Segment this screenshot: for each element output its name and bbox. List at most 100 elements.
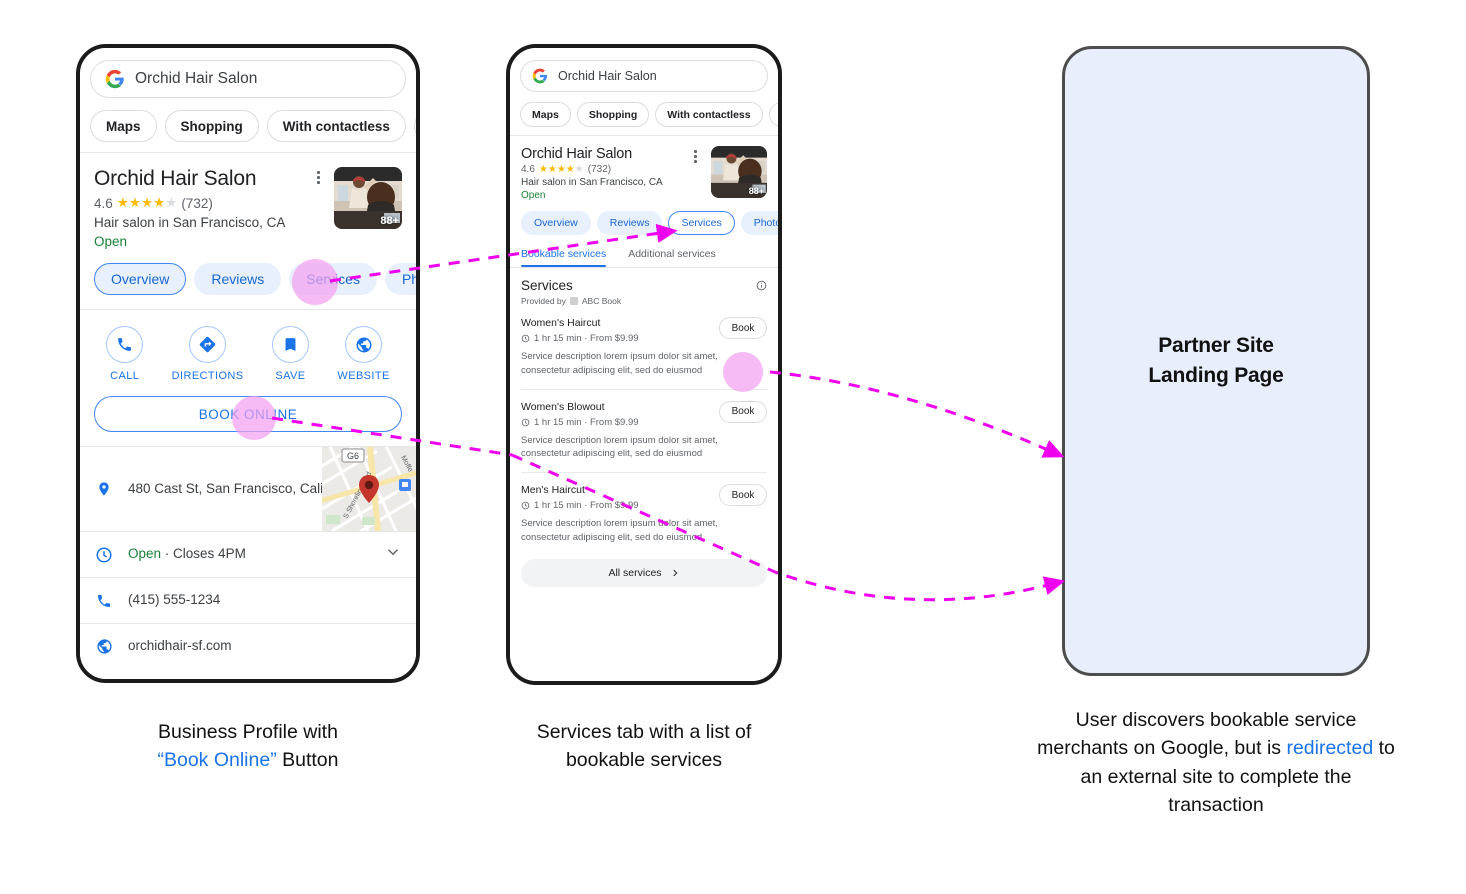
tab-reviews[interactable]: Reviews: [596, 211, 663, 235]
provider-logo-icon: [569, 297, 578, 305]
highlight-dot-book-button: [723, 352, 763, 392]
address-row[interactable]: 480 Cast St, San Francisco, California 9…: [80, 447, 416, 531]
action-label: WEBSITE: [337, 370, 390, 382]
phone1-search-area: Orchid Hair Salon: [80, 48, 416, 98]
phone1-filter-chip-row[interactable]: Maps Shopping With contactless Me: [80, 98, 416, 152]
services-title: Services: [521, 278, 573, 293]
service-description: Service description lorem ipsum dolor si…: [521, 434, 718, 460]
phone-business-profile: Orchid Hair Salon Maps Shopping With con…: [76, 44, 420, 683]
tab-overview[interactable]: Overview: [94, 263, 187, 295]
all-services-label: All services: [608, 566, 662, 579]
action-save[interactable]: SAVE: [271, 326, 309, 382]
service-meta-text: 1 hr 15 min · From $9.99: [534, 500, 639, 512]
all-services-button[interactable]: All services: [521, 558, 767, 587]
services-sub-tab-row[interactable]: Bookable services Additional services: [510, 244, 778, 267]
phone1-business-header: Orchid Hair Salon 4.6 ★★★★★ (732) Hair s…: [80, 153, 416, 249]
map-image: G6 S Shoreline Blvd Moffe: [322, 447, 416, 531]
tab-photos[interactable]: Photo: [384, 263, 416, 295]
phone1-tab-chip-row[interactable]: Overview Reviews Services Photo: [80, 249, 416, 309]
clock-icon: [521, 501, 530, 510]
review-count: (732): [181, 195, 213, 211]
page-title: Orchid Hair Salon: [94, 167, 257, 190]
phone2-tab-chip-row[interactable]: Overview Reviews Services Photo: [510, 201, 778, 244]
star-rating-icon: ★★★★★: [538, 164, 584, 175]
star-rating-icon: ★★★★★: [116, 195, 178, 210]
phone1-screen: Orchid Hair Salon Maps Shopping With con…: [80, 48, 416, 679]
caption-phone1-line1: Business Profile with: [158, 721, 338, 743]
tab-additional-services[interactable]: Additional services: [628, 248, 716, 267]
website-row[interactable]: orchidhair-sf.com: [80, 624, 416, 669]
book-button[interactable]: Book: [719, 400, 767, 423]
partner-site-title: Partner Site Landing Page: [1148, 331, 1283, 392]
filter-chip-shopping[interactable]: Shopping: [576, 102, 650, 127]
partner-site-title-line1: Partner Site: [1158, 333, 1274, 357]
provided-by-line: Provided by ABC Book: [521, 296, 621, 306]
business-photo-thumbnail[interactable]: 88+: [711, 146, 767, 198]
filter-chip-with-contactless[interactable]: With contactless: [655, 102, 763, 127]
action-directions[interactable]: DIRECTIONS: [172, 326, 244, 382]
business-category: Hair salon in San Francisco, CA: [521, 177, 663, 188]
map-thumbnail[interactable]: G6 S Shoreline Blvd Moffe: [322, 447, 416, 531]
tab-photos[interactable]: Photo: [740, 211, 778, 235]
hours-detail: · Closes 4PM: [164, 546, 246, 562]
caption-phone3: User discovers bookable service merchant…: [1035, 706, 1397, 819]
bookmark-icon: [271, 326, 309, 363]
filter-chip-more[interactable]: Me: [413, 110, 416, 142]
phone-number: (415) 555-1234: [128, 592, 221, 608]
tab-reviews[interactable]: Reviews: [194, 263, 282, 295]
clock-icon: [94, 546, 114, 564]
rating-line: 4.6 ★★★★★ (732): [94, 195, 311, 211]
chevron-down-icon[interactable]: [384, 543, 402, 566]
tab-bookable-services[interactable]: Bookable services: [521, 248, 607, 267]
phone1-action-row[interactable]: CALL DIRECTIONS SAVE WEBSITE: [80, 310, 416, 394]
search-input[interactable]: Orchid Hair Salon: [135, 70, 257, 88]
rating-value: 4.6: [521, 164, 535, 175]
caption-phone3-link: redirected: [1286, 737, 1374, 760]
search-input[interactable]: Orchid Hair Salon: [558, 69, 657, 83]
search-bar[interactable]: Orchid Hair Salon: [90, 60, 406, 98]
caption-phone1-quoted: “Book Online”: [157, 749, 277, 772]
phone2-filter-chip-row[interactable]: Maps Shopping With contactless Me: [510, 92, 778, 135]
business-photo-thumbnail[interactable]: 88+: [334, 167, 402, 229]
provider-name: ABC Book: [581, 296, 622, 306]
service-item: Women's Blowout 1 hr 15 min · From $9.99…: [510, 390, 778, 462]
action-label: CALL: [110, 370, 140, 382]
phone-row[interactable]: (415) 555-1234: [80, 578, 416, 623]
info-icon[interactable]: [756, 278, 767, 296]
tab-overview[interactable]: Overview: [521, 211, 591, 235]
book-button[interactable]: Book: [719, 484, 767, 507]
google-g-icon: [532, 68, 547, 84]
arrow-book-to-partner: [769, 370, 1065, 458]
hours-text: Open · Closes 4PM: [128, 545, 370, 563]
filter-chip-with-contactless[interactable]: With contactless: [266, 110, 406, 142]
photo-count-badge: 88+: [748, 186, 764, 196]
service-meta-text: 1 hr 15 min · From $9.99: [534, 333, 639, 344]
location-pin-icon: [94, 479, 114, 499]
action-website[interactable]: WEBSITE: [337, 326, 389, 382]
directions-icon: [189, 326, 227, 363]
service-meta-text: 1 hr 15 min · From $9.99: [534, 416, 639, 428]
filter-chip-maps[interactable]: Maps: [90, 110, 157, 142]
caption-phone2: Services tab with a list of bookable ser…: [536, 721, 752, 772]
book-button[interactable]: Book: [719, 317, 767, 339]
filter-chip-maps[interactable]: Maps: [520, 102, 571, 127]
caption-phone1-line2: “Book Online” Button: [76, 746, 420, 774]
search-bar[interactable]: Orchid Hair Salon: [520, 60, 768, 92]
hours-row[interactable]: Open · Closes 4PM: [80, 532, 416, 577]
phone-partner-site: Partner Site Landing Page: [1062, 46, 1370, 676]
service-name: Women's Haircut: [521, 317, 601, 329]
filter-chip-more[interactable]: Me: [768, 102, 778, 127]
phone-icon: [106, 326, 144, 363]
action-call[interactable]: CALL: [106, 326, 144, 382]
caption-phone1-tail: Button: [276, 749, 339, 772]
page-title: Orchid Hair Salon: [521, 146, 633, 162]
service-meta: 1 hr 15 min · From $9.99: [521, 333, 639, 344]
status-badge: Open: [521, 190, 546, 201]
overflow-menu-icon[interactable]: [688, 146, 703, 167]
overflow-menu-icon[interactable]: [311, 167, 326, 188]
service-item: Men's Haircut 1 hr 15 min · From $9.99 B…: [510, 473, 778, 545]
action-label: DIRECTIONS: [171, 370, 244, 382]
filter-chip-shopping[interactable]: Shopping: [164, 110, 259, 142]
service-meta: 1 hr 15 min · From $9.99: [521, 500, 639, 511]
tab-services[interactable]: Services: [668, 211, 735, 235]
